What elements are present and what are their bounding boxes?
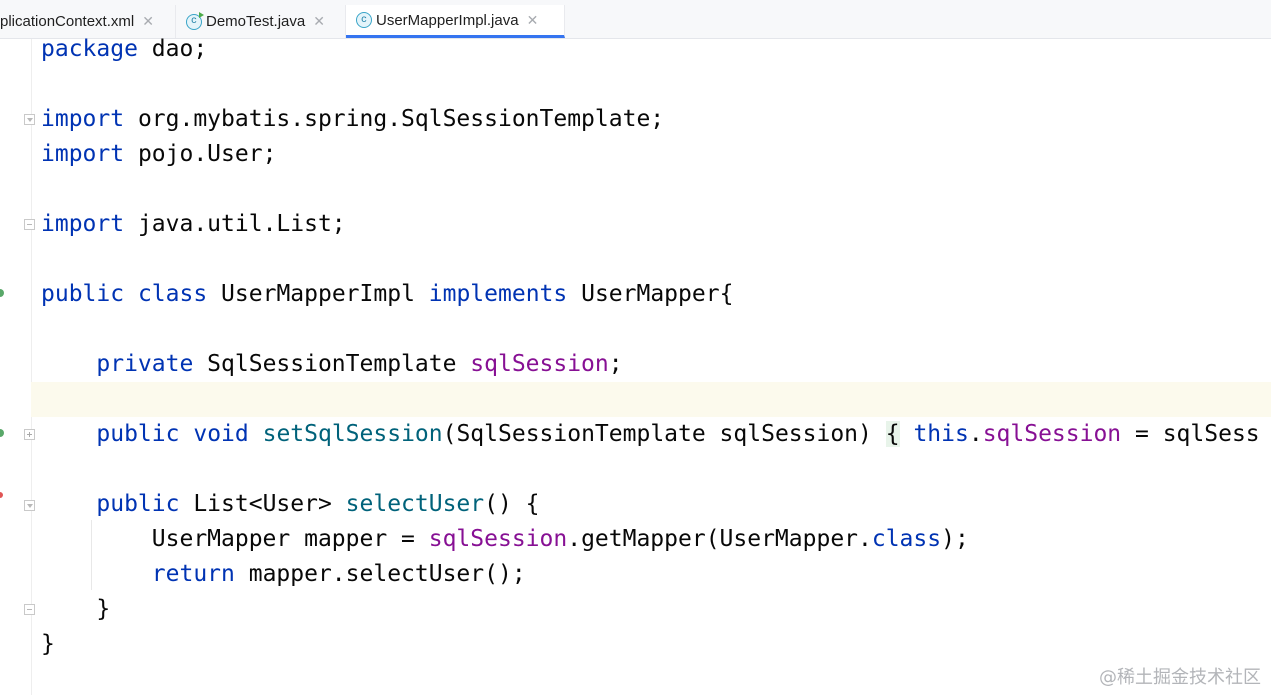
code-token: org.mybatis.spring.SqlSessionTemplate; (124, 106, 665, 132)
code-token: sqlSession (982, 421, 1122, 447)
code-token: } (41, 631, 55, 657)
code-token: this (913, 421, 969, 447)
close-icon[interactable]: ✕ (142, 13, 154, 30)
tab-label: DemoTest.java (206, 13, 306, 30)
code-token: } (41, 596, 111, 622)
code-line[interactable] (31, 382, 1271, 417)
code-token: class (871, 526, 942, 552)
watermark: @稀土掘金技术社区 (1099, 667, 1261, 688)
code-token: selectUser (345, 491, 485, 517)
code-line[interactable]: return mapper.selectUser(); (41, 557, 1271, 592)
tab-label: plicationContext.xml (0, 13, 135, 30)
file-icon-glyph: c (190, 16, 197, 27)
fold-expand-icon[interactable] (24, 429, 35, 440)
fold-imports-icon[interactable] (24, 114, 35, 125)
code-token: ; (608, 351, 623, 377)
code-token: class (137, 281, 208, 307)
code-token: UserMapper mapper = (41, 526, 429, 552)
editor-gutter[interactable] (0, 39, 35, 695)
code-token: UserMapper{ (567, 281, 734, 307)
code-token: public (96, 421, 180, 447)
code-line[interactable]: } (41, 627, 1271, 662)
java-class-icon: c (356, 12, 372, 28)
fold-method-icon[interactable] (24, 500, 35, 511)
code-token: implements (428, 281, 568, 307)
code-line[interactable]: public List<User> selectUser() { (41, 487, 1271, 522)
code-token: return (151, 561, 235, 587)
code-line[interactable] (41, 242, 1271, 277)
code-token: void (193, 421, 249, 447)
code-token: dao; (137, 36, 208, 62)
code-line[interactable]: package dao; (41, 32, 1271, 67)
code-line[interactable]: UserMapper mapper = sqlSession.getMapper… (41, 522, 1271, 557)
code-line[interactable] (41, 172, 1271, 207)
fold-end-icon[interactable] (24, 604, 35, 615)
tab-label: UserMapperImpl.java (376, 11, 519, 29)
code-token: pojo.User; (124, 141, 277, 167)
code-token: public (41, 281, 125, 307)
close-icon[interactable]: ✕ (313, 13, 325, 30)
code-token: private (96, 351, 194, 377)
code-token: (SqlSessionTemplate sqlSession) (442, 421, 886, 447)
code-line[interactable]: public class UserMapperImpl implements U… (41, 277, 1271, 312)
code-token: ); (941, 526, 969, 552)
code-token: import (41, 141, 125, 167)
run-badge-icon (199, 11, 204, 18)
code-token: import (41, 106, 125, 132)
code-token: import (41, 211, 125, 237)
code-line[interactable]: private SqlSessionTemplate sqlSession; (41, 347, 1271, 382)
file-icon-glyph: c (360, 14, 367, 26)
code-line[interactable]: public void setSqlSession(SqlSessionTemp… (41, 417, 1271, 452)
code-token: { (885, 421, 900, 447)
code-line[interactable]: import pojo.User; (41, 137, 1271, 172)
implements-marker-icon[interactable] (0, 429, 4, 437)
code-token: SqlSessionTemplate (193, 351, 471, 377)
code-token: List<User> (179, 491, 346, 517)
code-token: java.util.List; (124, 211, 346, 237)
fold-end-icon[interactable] (24, 219, 35, 230)
implements-marker-icon[interactable] (0, 289, 4, 297)
code-line[interactable]: import org.mybatis.spring.SqlSessionTemp… (41, 102, 1271, 137)
code-token: sqlSession (470, 351, 609, 377)
code-token: () { (484, 491, 540, 517)
code-token: UserMapperImpl (207, 281, 429, 307)
code-token: .getMapper(UserMapper. (567, 526, 872, 552)
code-editor[interactable]: package dao; import org.mybatis.spring.S… (31, 32, 1271, 662)
code-line[interactable] (41, 67, 1271, 102)
code-token: sqlSession (428, 526, 568, 552)
code-line[interactable] (41, 312, 1271, 347)
code-token: package (41, 36, 138, 62)
breakpoint-marker-icon[interactable] (0, 492, 3, 498)
code-token: . (968, 421, 983, 447)
java-test-class-icon: c (186, 11, 204, 30)
code-line[interactable]: } (41, 592, 1271, 627)
code-token: public (96, 491, 180, 517)
code-line[interactable]: import java.util.List; (41, 207, 1271, 242)
code-token: mapper.selectUser(); (234, 561, 526, 587)
code-token: setSqlSession (262, 421, 443, 447)
code-token: = sqlSess (1121, 421, 1260, 447)
code-line[interactable] (41, 452, 1271, 487)
close-icon[interactable]: ✕ (527, 12, 539, 29)
